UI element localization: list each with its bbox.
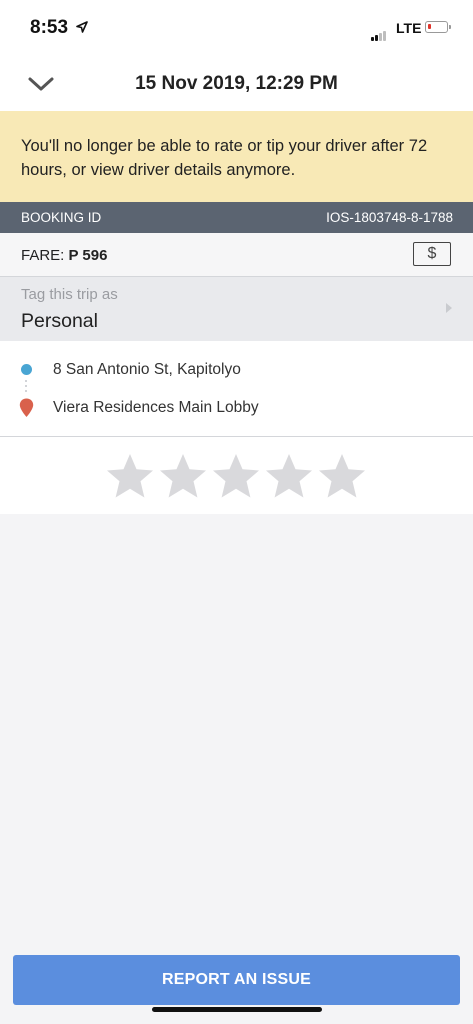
home-indicator[interactable] [152, 1007, 322, 1012]
booking-id-value: IOS-1803748-8-1788 [326, 210, 453, 225]
receipt-button[interactable]: $ [413, 242, 451, 266]
tag-trip-selector[interactable]: Tag this trip as Personal [0, 277, 473, 341]
chevron-right-icon [446, 303, 452, 313]
pickup-dot-icon [21, 364, 32, 375]
trip-header: 15 Nov 2019, 12:29 PM [0, 56, 473, 111]
page-title: 15 Nov 2019, 12:29 PM [135, 73, 338, 94]
dropoff-address: Viera Residences Main Lobby [53, 399, 259, 416]
star-icon[interactable] [265, 453, 313, 499]
pickup-address: 8 San Antonio St, Kapitolyo [53, 361, 241, 378]
location-arrow-icon [76, 21, 88, 33]
signal-icon [371, 23, 387, 41]
battery-icon [425, 21, 451, 33]
route-details: 8 San Antonio St, Kapitolyo Viera Reside… [0, 341, 473, 437]
booking-id-bar: BOOKING ID IOS-1803748-8-1788 [0, 202, 473, 233]
driver-rating [0, 437, 473, 514]
status-time: 8:53 [30, 17, 69, 38]
tag-trip-hint: Tag this trip as [21, 286, 118, 303]
star-icon[interactable] [318, 453, 366, 499]
rating-expired-notice: You'll no longer be able to rate or tip … [0, 111, 473, 202]
star-icon[interactable] [212, 453, 260, 499]
report-issue-button[interactable]: REPORT AN ISSUE [13, 955, 460, 1005]
route-connector [25, 380, 28, 395]
fare-label-text: FARE: [21, 247, 65, 264]
tag-trip-value: Personal [21, 310, 98, 332]
notice-text: You'll no longer be able to rate or tip … [21, 137, 428, 179]
booking-id-label: BOOKING ID [21, 210, 102, 225]
map-pin-icon [19, 398, 34, 417]
star-icon[interactable] [159, 453, 207, 499]
network-type: LTE [396, 20, 422, 36]
fare-amount: P 596 [68, 247, 108, 264]
fare-label: FARE: P 596 [21, 247, 107, 264]
star-icon[interactable] [106, 453, 154, 499]
status-bar: 8:53 LTE [0, 0, 473, 56]
fare-row: FARE: P 596 $ [0, 233, 473, 277]
